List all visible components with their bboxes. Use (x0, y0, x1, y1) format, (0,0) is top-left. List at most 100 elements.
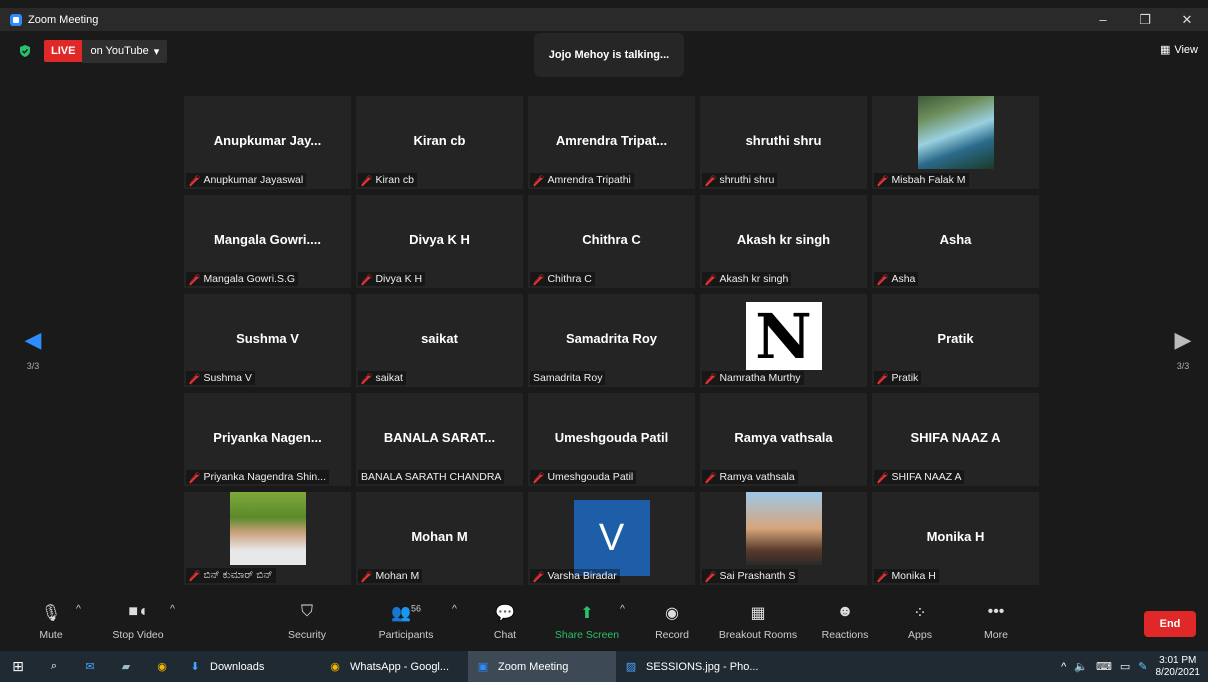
breakout-rooms-button[interactable]: ▦ Breakout Rooms (714, 603, 802, 641)
participant-name-label: 🎤︎ shruthi shru (702, 173, 778, 187)
security-label: Security (288, 629, 326, 641)
participant-name-text: Asha (891, 273, 916, 285)
start-button[interactable]: ⊞ (0, 651, 36, 682)
reactions-label: Reactions (821, 629, 869, 641)
participant-display-name: Divya K H (409, 232, 470, 247)
muted-microphone-icon: 🎤︎ (533, 273, 545, 284)
active-speaker-indicator: Jojo Mehoy is talking... (534, 33, 684, 77)
participant-grid: Anupkumar Jay... 🎤︎ Anupkumar Jayaswal Kira… (184, 96, 1039, 585)
video-options-caret[interactable]: ^ (170, 603, 175, 615)
next-page-button[interactable]: ▶ 3/3 (1168, 327, 1198, 371)
participant-tile[interactable]: Mangala Gowri.... 🎤︎ Mangala Gowri.S.G (184, 195, 351, 288)
participant-name-label: 🎤︎ Sai Prashanth S (702, 569, 799, 583)
muted-microphone-icon: 🎤︎ (533, 471, 545, 482)
share-screen-icon: ⬆ (580, 605, 594, 622)
participant-tile[interactable]: Akash kr singh 🎤︎ Akash kr singh (700, 195, 867, 288)
restore-button[interactable]: ❐ (1124, 8, 1166, 31)
network-icon[interactable]: ⌨ (1096, 660, 1112, 673)
participant-name-label: 🎤︎ Mohan M (358, 569, 423, 583)
minimize-button[interactable]: – (1082, 8, 1124, 31)
participant-display-name: BANALA SARAT... (383, 430, 496, 445)
mute-button[interactable]: 🎙 Mute (34, 603, 68, 641)
security-button[interactable]: ⛉ Security (284, 603, 330, 641)
participant-tile[interactable]: 🎤︎ ಬಿನ್ ಕುಮಾರ್ ಬಿನ್ (184, 492, 351, 585)
participant-photo: V (573, 500, 650, 576)
show-hidden-icons-icon[interactable]: ^ (1061, 661, 1066, 673)
participant-tile[interactable]: Umeshgouda Patil 🎤︎ Umeshgouda Patil (528, 393, 695, 486)
stream-target-dropdown[interactable]: on YouTube ▾ (82, 39, 168, 63)
share-options-caret[interactable]: ^ (620, 603, 625, 615)
participant-tile[interactable]: N 🎤︎ Namratha Murthy (700, 294, 867, 387)
apps-button[interactable]: ⁘ Apps (904, 603, 936, 641)
participant-name-text: shruthi shru (719, 174, 775, 186)
taskbar-downloads[interactable]: ⬇ Downloads (180, 651, 320, 682)
participant-display-name: Priyanka Nagen... (213, 430, 322, 445)
taskbar-whatsapp[interactable]: ◉ WhatsApp - Googl... (320, 651, 468, 682)
taskbar-photos[interactable]: ▨ SESSIONS.jpg - Pho... (616, 651, 766, 682)
more-button[interactable]: ••• More (978, 603, 1014, 641)
participant-tile[interactable]: Divya K H 🎤︎ Divya K H (356, 195, 523, 288)
search-icon: ⌕ (50, 660, 58, 672)
end-meeting-button[interactable]: End (1144, 611, 1196, 637)
participants-button[interactable]: 👥56 Participants (374, 603, 438, 641)
stop-video-button[interactable]: ■◖ Stop Video (108, 603, 168, 641)
muted-microphone-icon: 🎤︎ (361, 174, 373, 185)
breakout-rooms-icon: ▦ (750, 605, 766, 622)
more-label: More (984, 629, 1008, 641)
participant-tile[interactable]: Amrendra Tripat... 🎤︎ Amrendra Tripathi (528, 96, 695, 189)
notes-app[interactable]: ▰ (108, 651, 144, 682)
participant-tile[interactable]: shruthi shru 🎤︎ shruthi shru (700, 96, 867, 189)
participant-tile[interactable]: Sushma V 🎤︎ Sushma V (184, 294, 351, 387)
participant-name-text: Misbah Falak M (891, 174, 966, 186)
participant-tile[interactable]: Monika H 🎤︎ Monika H (872, 492, 1039, 585)
participant-name-label: 🎤︎ Asha (874, 272, 919, 286)
participant-tile[interactable]: SHIFA NAAZ A 🎤︎ SHIFA NAAZ A (872, 393, 1039, 486)
participant-tile[interactable]: Kiran cb 🎤︎ Kiran cb (356, 96, 523, 189)
search-button[interactable]: ⌕ (36, 651, 72, 682)
chat-bubble-icon: 💬 (495, 605, 515, 622)
participant-tile[interactable]: Chithra C 🎤︎ Chithra C (528, 195, 695, 288)
reactions-button[interactable]: ☻ Reactions (818, 603, 872, 641)
encryption-shield-icon[interactable] (18, 44, 32, 58)
meeting-area: LIVE on YouTube ▾ Jojo Mehoy is talking.… (0, 31, 1208, 595)
chat-button[interactable]: 💬 Chat (490, 603, 520, 641)
participant-name-text: Chithra C (547, 273, 592, 285)
participant-tile[interactable]: Ramya vathsala 🎤︎ Ramya vathsala (700, 393, 867, 486)
participant-photo (745, 492, 822, 565)
muted-microphone-icon: 🎤︎ (533, 174, 545, 185)
view-button[interactable]: ▦ View (1160, 43, 1198, 57)
page-indicator-right: 3/3 (1176, 361, 1190, 371)
volume-icon[interactable]: 🔈 (1074, 660, 1088, 673)
notes-icon: ▰ (121, 661, 131, 673)
participant-tile[interactable]: Mohan M 🎤︎ Mohan M (356, 492, 523, 585)
participant-name-label: 🎤︎ Ramya vathsala (702, 470, 798, 484)
close-button[interactable]: ✕ (1166, 8, 1208, 31)
muted-microphone-icon: 🎤︎ (189, 273, 201, 284)
previous-page-button[interactable]: ◀ 3/3 (18, 327, 48, 371)
pen-icon[interactable]: ✎ (1138, 660, 1147, 673)
clock-date: 8/20/2021 (1155, 666, 1201, 678)
participant-name-label: Samadrita Roy (530, 371, 606, 385)
participants-options-caret[interactable]: ^ (452, 603, 457, 615)
clock[interactable]: 3:01 PM 8/20/2021 (1156, 655, 1201, 679)
chrome-app[interactable]: ◉ (144, 651, 180, 682)
participant-tile[interactable]: Pratik 🎤︎ Pratik (872, 294, 1039, 387)
participant-tile[interactable]: Anupkumar Jay... 🎤︎ Anupkumar Jayaswal (184, 96, 351, 189)
participant-tile[interactable]: Asha 🎤︎ Asha (872, 195, 1039, 288)
participant-tile[interactable]: Priyanka Nagen... 🎤︎ Priyanka Nagendra Shi… (184, 393, 351, 486)
mail-app[interactable]: ✉ (72, 651, 108, 682)
participant-tile[interactable]: BANALA SARAT... BANALA SARATH CHANDRA (356, 393, 523, 486)
participant-display-name: saikat (421, 331, 458, 346)
participant-tile[interactable]: Samadrita Roy Samadrita Roy (528, 294, 695, 387)
muted-microphone-icon: 🎤︎ (705, 372, 717, 383)
breakout-rooms-label: Breakout Rooms (718, 629, 798, 641)
participant-tile[interactable]: 🎤︎ Sai Prashanth S (700, 492, 867, 585)
participant-tile[interactable]: saikat 🎤︎ saikat (356, 294, 523, 387)
record-button[interactable]: ◉ Record (652, 603, 692, 641)
participant-tile[interactable]: V 🎤︎ Varsha Biradar (528, 492, 695, 585)
share-screen-button[interactable]: ⬆ Share Screen (552, 603, 622, 641)
audio-options-caret[interactable]: ^ (76, 603, 81, 615)
taskbar-zoom[interactable]: ▣ Zoom Meeting (468, 651, 616, 682)
participant-tile[interactable]: 🎤︎ Misbah Falak M (872, 96, 1039, 189)
battery-icon[interactable]: ▭ (1120, 660, 1130, 673)
